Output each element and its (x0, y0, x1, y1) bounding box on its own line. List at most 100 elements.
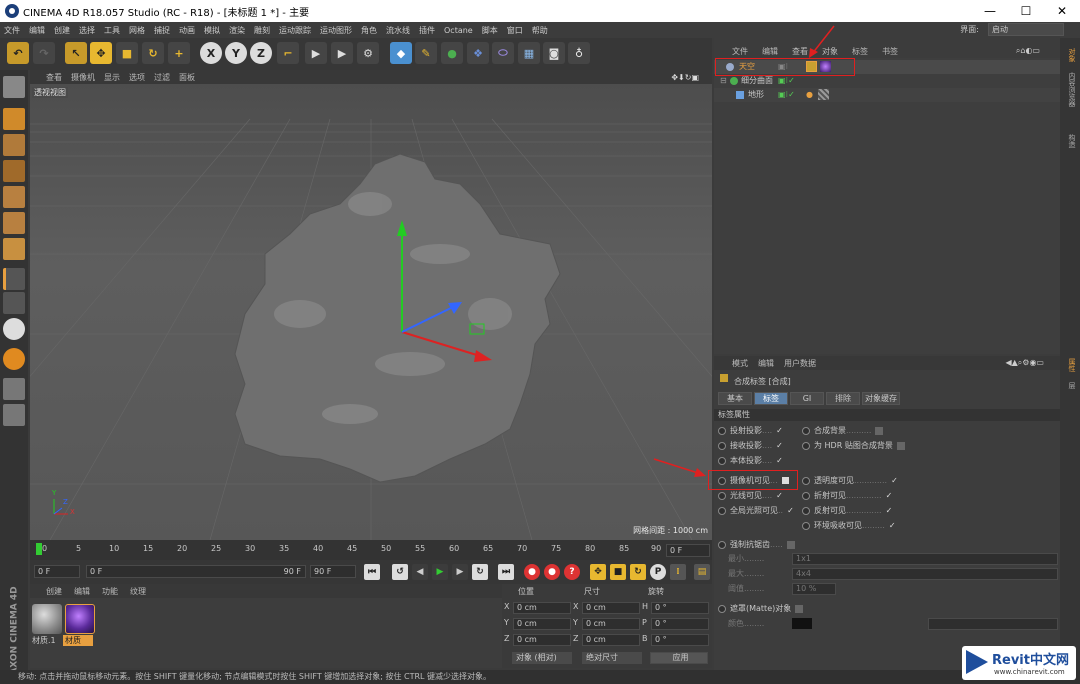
tab-exclusion[interactable]: 排除 (826, 392, 860, 405)
size-x-field[interactable]: 0 cm (582, 602, 640, 614)
menu-help[interactable]: 帮助 (532, 25, 548, 36)
model-mode-icon[interactable] (3, 108, 25, 130)
lock-workplane-icon[interactable] (3, 348, 25, 370)
rotation-h-field[interactable]: 0 ° (651, 602, 709, 614)
terrain-material-tag-icon[interactable] (818, 89, 829, 100)
undo-icon[interactable]: ↶ (7, 42, 29, 64)
viewport-menu-display[interactable]: 显示 (104, 72, 120, 83)
material-thumbnail[interactable] (32, 604, 62, 634)
vtab-content-browser[interactable]: 内容浏览器 (1063, 72, 1077, 107)
tab-basic[interactable]: 基本 (718, 392, 752, 405)
cube-object-icon[interactable]: ◆ (390, 42, 412, 64)
prop-receive-shadows[interactable]: 接收投影.... ✓ (718, 439, 784, 452)
tab-object-buffer[interactable]: 对象缓存 (862, 392, 900, 405)
y-axis-lock-button[interactable]: Y (225, 42, 247, 64)
prop-matte-color[interactable]: 颜色........ (728, 617, 1058, 630)
perspective-viewport[interactable]: 透视视图 Y X Z 网格间距 : 1000 cm (30, 84, 712, 540)
redo-icon[interactable]: ↷ (33, 42, 55, 64)
menu-animate[interactable]: 动画 (179, 25, 195, 36)
timeline-frame-field[interactable]: 0 F (666, 544, 710, 557)
close-button[interactable]: ✕ (1044, 0, 1080, 22)
position-x-field[interactable]: 0 cm (513, 602, 571, 614)
pen-spline-icon[interactable]: ✎ (415, 42, 437, 64)
prop-hdr-background[interactable]: 为 HDR 贴图合成背景 (802, 439, 905, 452)
frame-range-slider[interactable]: 0 F 90 F (86, 565, 306, 578)
snap-icon[interactable] (3, 318, 25, 340)
rotation-b-field[interactable]: 0 ° (651, 634, 709, 646)
go-to-end-icon[interactable]: ⏭ (498, 564, 514, 580)
menu-pipeline[interactable]: 流水线 (386, 25, 410, 36)
prop-seen-by-gi[interactable]: 全局光照可见.. ✓ (718, 504, 795, 517)
rotate-icon[interactable]: ↻ (142, 42, 164, 64)
object-manager-tools-icon[interactable]: ⌕⌂◐▭ (1016, 46, 1040, 56)
coordinate-system-icon[interactable]: ⌐ (277, 42, 299, 64)
menu-select[interactable]: 选择 (79, 25, 95, 36)
quantize-icon[interactable] (3, 404, 25, 426)
collapse-icon[interactable]: ⊟ (720, 74, 727, 88)
render-settings-icon[interactable]: ⚙ (357, 42, 379, 64)
vtab-objects[interactable]: 对象 (1063, 48, 1077, 62)
viewport-menu-cameras[interactable]: 摄像机 (71, 72, 95, 83)
menu-window[interactable]: 窗口 (507, 25, 523, 36)
rotation-p-field[interactable]: 0 ° (651, 618, 709, 630)
menu-edit[interactable]: 编辑 (29, 25, 45, 36)
object-menu-tags[interactable]: 标签 (852, 46, 868, 57)
object-row-landscape[interactable]: 地形 ▣⁝✓ ● (714, 88, 1060, 102)
apply-button[interactable]: 应用 (650, 652, 708, 664)
maximize-button[interactable]: ☐ (1008, 0, 1044, 22)
subdivision-icon[interactable]: ● (441, 42, 463, 64)
light-icon[interactable]: ♁ (568, 42, 590, 64)
key-rotation-icon[interactable]: ↻ (630, 564, 646, 580)
tab-tag[interactable]: 标签 (754, 392, 788, 405)
object-name[interactable]: 细分曲面 (741, 74, 773, 88)
prop-seen-by-transparency[interactable]: 透明度可见............. ✓ (802, 474, 899, 487)
autokey-icon[interactable]: ● (544, 564, 560, 580)
live-select-icon[interactable]: ↖ (65, 42, 87, 64)
viewport-menu-panel[interactable]: 面板 (179, 72, 195, 83)
camera-icon[interactable]: ◙ (543, 42, 565, 64)
keyframe-selection-icon[interactable]: ? (564, 564, 580, 580)
key-pla-icon[interactable]: ⁞ (670, 564, 686, 580)
object-row-subdivision[interactable]: ⊟ 细分曲面 ▣⁝✓ (714, 74, 1060, 88)
prop-compositing-background[interactable]: 合成背景.......... (802, 424, 884, 437)
prop-aa-min[interactable]: 最小........ 1x1 (728, 552, 1058, 565)
make-editable-icon[interactable] (3, 76, 25, 98)
viewport-menu-options[interactable]: 选项 (129, 72, 145, 83)
scale-icon[interactable]: ■ (116, 42, 138, 64)
prop-seen-by-ao[interactable]: 环境吸收可见......... ✓ (802, 519, 897, 532)
vtab-attributes[interactable]: 属性 (1063, 358, 1077, 372)
viewport-menu-filter[interactable]: 过滤 (154, 72, 170, 83)
menu-octane[interactable]: Octane (444, 26, 473, 35)
attr-menu-mode[interactable]: 模式 (732, 358, 748, 369)
menu-mograph[interactable]: 运动图形 (320, 25, 352, 36)
visibility-check-icon[interactable]: ▣⁝✓ (778, 74, 795, 88)
prop-seen-by-reflection[interactable]: 反射可见.............. ✓ (802, 504, 894, 517)
start-frame-field[interactable]: 0 F (34, 565, 80, 578)
record-active-icon[interactable]: ● (524, 564, 540, 580)
prop-self-shadowing[interactable]: 本体投影.... ✓ (718, 454, 784, 467)
previous-key-icon[interactable]: ↺ (392, 564, 408, 580)
prop-cast-shadows[interactable]: 投射投影.... ✓ (718, 424, 784, 437)
menu-snap[interactable]: 捕捉 (154, 25, 170, 36)
floor-scene-icon[interactable]: ▦ (518, 42, 540, 64)
points-mode-icon[interactable] (3, 186, 25, 208)
vtab-layers[interactable]: 层 (1063, 382, 1077, 389)
go-to-start-icon[interactable]: ⏮ (364, 564, 380, 580)
prop-seen-by-rays[interactable]: 光线可见.... ✓ (718, 489, 784, 502)
phong-tag-icon[interactable]: ● (806, 88, 813, 102)
deformer-icon[interactable]: ⬭ (492, 42, 514, 64)
minimize-button[interactable]: — (972, 0, 1008, 22)
menu-mesh[interactable]: 网格 (129, 25, 145, 36)
menu-file[interactable]: 文件 (4, 25, 20, 36)
material-thumbnail-selected[interactable] (65, 604, 95, 634)
move-icon[interactable]: ✥ (90, 42, 112, 64)
vtab-structure[interactable]: 构造 (1063, 134, 1077, 148)
material-menu-create[interactable]: 创建 (46, 586, 62, 597)
z-axis-lock-button[interactable]: Z (250, 42, 272, 64)
texture-mode-icon[interactable] (3, 134, 25, 156)
object-menu-bookmarks[interactable]: 书签 (882, 46, 898, 57)
end-frame-field[interactable]: 90 F (310, 565, 356, 578)
visibility-check-icon[interactable]: ▣⁝✓ (778, 88, 795, 102)
viewport-navigation-icon[interactable]: ✥⬇↻▣ (671, 73, 699, 82)
key-parameter-icon[interactable]: P (650, 564, 666, 580)
